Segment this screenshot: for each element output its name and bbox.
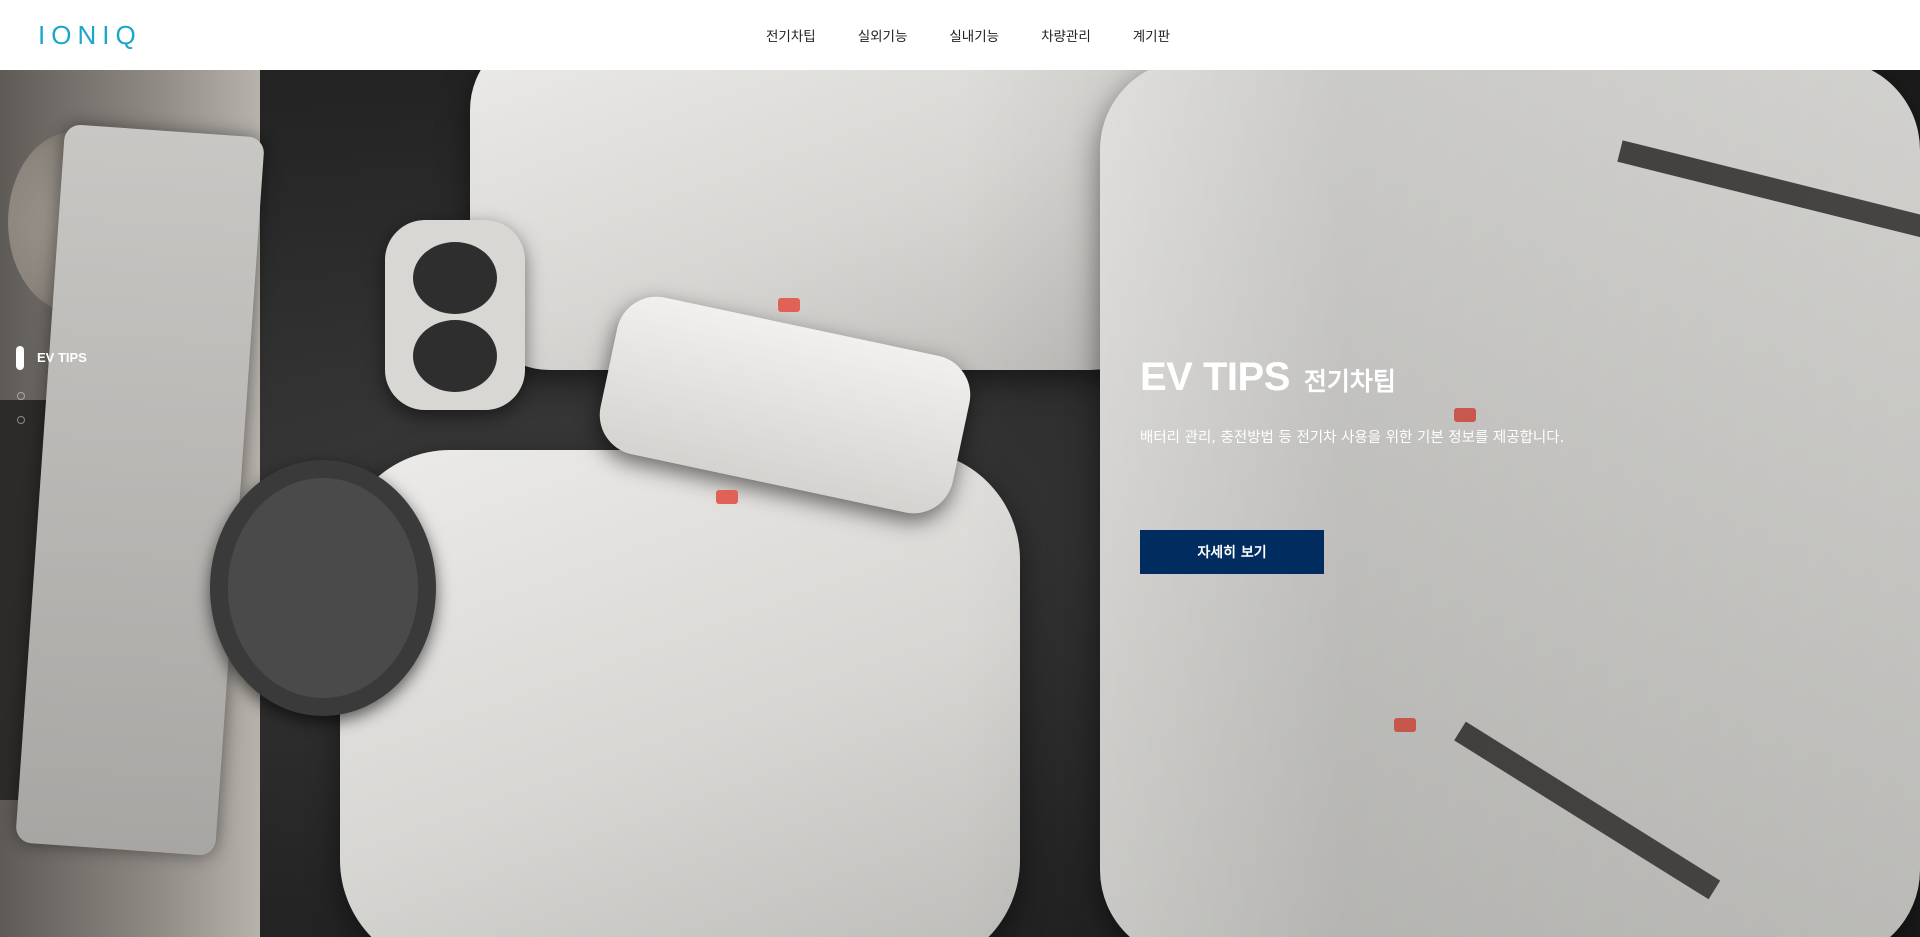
nav-item-ev-tips[interactable]: 전기차팁	[764, 21, 816, 49]
main-nav: 전기차팁 실외기능 실내기능 차량관리 계기판	[764, 0, 1170, 70]
hero-copy: EV TIPS 전기차팁 배터리 관리, 충전방법 등 전기차 사용을 위한 기…	[1140, 355, 1565, 574]
hero-title-ko: 전기차팁	[1303, 367, 1396, 396]
indicator-dot[interactable]	[17, 392, 25, 400]
nav-item-instrument-cluster[interactable]: 계기판	[1131, 21, 1170, 49]
ioniq-logo[interactable]: IONIQ	[38, 20, 142, 50]
hero-section	[0, 70, 1920, 937]
site-header: IONIQ 전기차팁 실외기능 실내기능 차량관리 계기판	[0, 0, 1920, 70]
view-details-button[interactable]: 자세히 보기	[1140, 530, 1324, 574]
hero-title: EV TIPS 전기차팁	[1140, 355, 1564, 400]
nav-item-exterior-features[interactable]: 실외기능	[856, 21, 908, 49]
nav-item-vehicle-care[interactable]: 차량관리	[1039, 21, 1091, 49]
nav-item-interior-features[interactable]: 실내기능	[947, 21, 999, 49]
hero-overlay	[0, 70, 1920, 937]
indicator-dot[interactable]	[17, 416, 25, 424]
indicator-active-bar[interactable]	[16, 346, 24, 370]
indicator-active-label: EV TIPS	[37, 350, 87, 365]
hero-description: 배터리 관리, 충전방법 등 전기차 사용을 위한 기본 정보를 제공합니다.	[1140, 430, 1565, 446]
hero-title-en: EV TIPS	[1140, 355, 1290, 399]
